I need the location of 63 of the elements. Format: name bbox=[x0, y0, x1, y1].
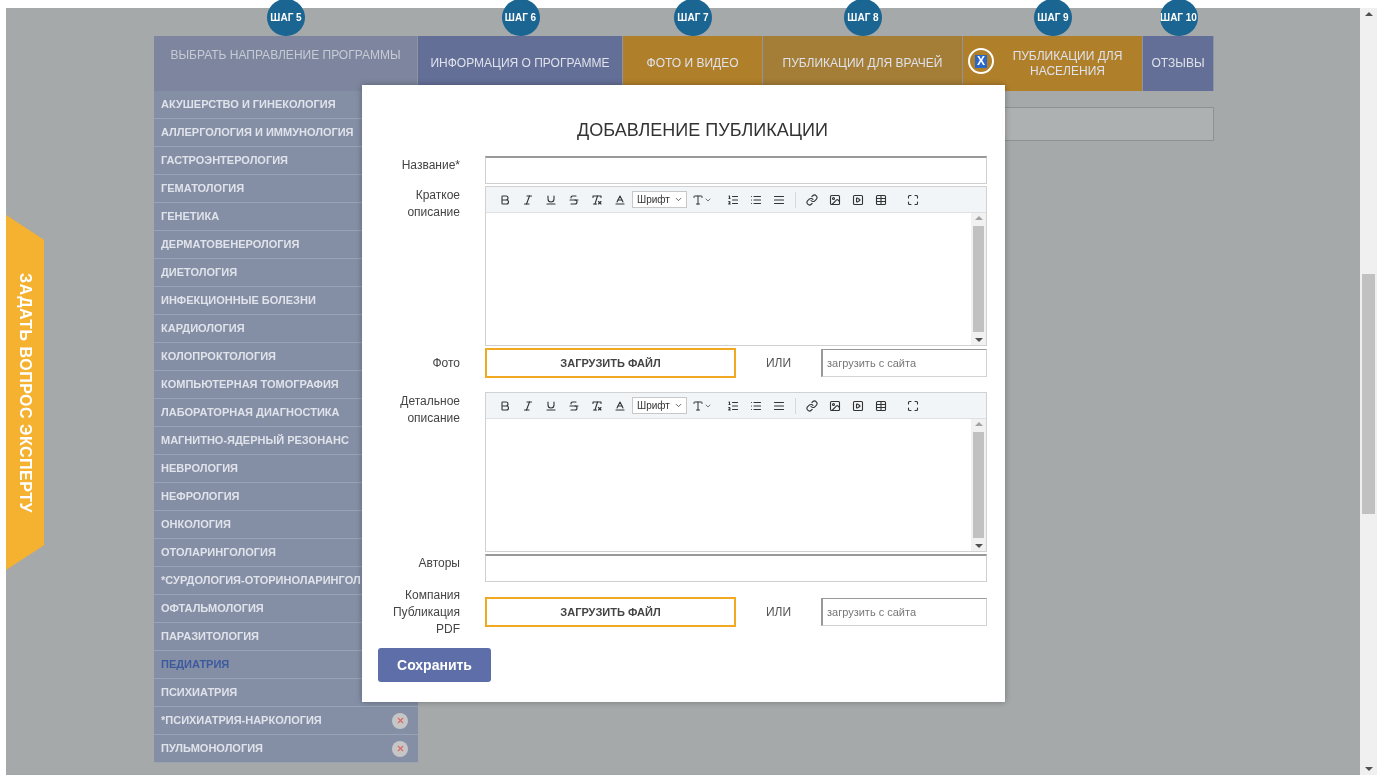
step-label: ФОТО И ВИДЕО bbox=[646, 56, 739, 71]
step-tab[interactable]: ВЫБРАТЬ НАПРАВЛЕНИЕ ПРОГРАММЫ bbox=[154, 36, 418, 91]
specialty-item[interactable]: *ПСИХИАТРИЯ-НАРКОЛОГИЯ bbox=[154, 707, 418, 735]
ask-expert-tab[interactable]: ЗАДАТЬ ВОПРОС ЭКСПЕРТУ bbox=[6, 215, 44, 570]
step-badge: ШАГ 10 bbox=[1159, 0, 1198, 36]
specialty-label: ПАРАЗИТОЛОГИЯ bbox=[161, 629, 259, 645]
step-label: ПУБЛИКАЦИИ ДЛЯ ВРАЧЕЙ bbox=[782, 56, 943, 71]
scrollbar[interactable] bbox=[971, 213, 986, 345]
field-label: Фото bbox=[431, 355, 460, 372]
step-label: ОТЗЫВЫ bbox=[1151, 56, 1205, 71]
text-input[interactable] bbox=[485, 156, 987, 184]
step-tab[interactable]: ОТЗЫВЫ bbox=[1143, 36, 1214, 91]
step-badge: ШАГ 8 bbox=[844, 0, 882, 36]
upload-file-button[interactable]: ЗАГРУЗИТЬ ФАЙЛ bbox=[485, 348, 736, 378]
specialty-label: ПЕДИАТРИЯ bbox=[161, 657, 230, 673]
specialty-label: ДИЕТОЛОГИЯ bbox=[161, 265, 238, 281]
specialty-label: ГЕМАТОЛОГИЯ bbox=[161, 181, 245, 197]
font-size-icon[interactable] bbox=[692, 193, 712, 206]
specialty-label: ПУЛЬМОНОЛОГИЯ bbox=[161, 741, 263, 757]
step-badge: ШАГ 7 bbox=[674, 0, 712, 36]
save-button[interactable]: Сохранить bbox=[378, 648, 491, 682]
specialty-label: ДЕРМАТОВЕНЕРОЛОГИЯ bbox=[161, 237, 300, 253]
specialty-label: КАРДИОЛОГИЯ bbox=[161, 321, 245, 337]
font-size-icon[interactable] bbox=[692, 399, 712, 412]
specialty-label: МАГНИТНО-ЯДЕРНЫЙ РЕЗОНАНС bbox=[161, 433, 349, 449]
specialty-item[interactable]: ПУЛЬМОНОЛОГИЯ bbox=[154, 735, 418, 763]
upload-file-button[interactable]: ЗАГРУЗИТЬ ФАЙЛ bbox=[485, 597, 736, 627]
specialty-label: *ПСИХИАТРИЯ-НАРКОЛОГИЯ bbox=[161, 713, 322, 729]
specialty-label: ОНКОЛОГИЯ bbox=[161, 517, 231, 533]
or-label: ИЛИ bbox=[765, 355, 792, 372]
specialty-label: *СУРДОЛОГИЯ-ОТОРИНОЛАРИНГОЛ bbox=[161, 573, 361, 589]
step-label: ИНФОРМАЦИЯ О ПРОГРАММЕ bbox=[430, 56, 610, 71]
specialty-label: АКУШЕРСТВО И ГИНЕКОЛОГИЯ bbox=[161, 97, 336, 113]
step-label: ПУБЛИКАЦИИ ДЛЯ НАСЕЛЕНИЯ bbox=[1011, 48, 1124, 79]
caret-icon bbox=[673, 401, 683, 410]
specialty-label: ИНФЕКЦИОННЫЕ БОЛЕЗНИ bbox=[161, 293, 316, 309]
specialty-label: ГЕНЕТИКА bbox=[161, 209, 220, 225]
caret-icon bbox=[673, 195, 683, 204]
text-input[interactable] bbox=[485, 554, 987, 582]
specialty-label: ПСИХИАТРИЯ bbox=[161, 685, 238, 701]
font-select[interactable]: Шрифт bbox=[632, 191, 687, 208]
specialty-label: ОТОЛАРИНГОЛОГИЯ bbox=[161, 545, 276, 561]
specialty-label: КОЛОПРОКТОЛОГИЯ bbox=[161, 349, 276, 365]
specialty-label: ЛАБОРАТОРНАЯ ДИАГНОСТИКА bbox=[161, 405, 340, 421]
step-badge: ШАГ 6 bbox=[501, 0, 540, 36]
modal-title: ДОБАВЛЕНИЕ ПУБЛИКАЦИИ bbox=[577, 119, 828, 142]
specialty-label: КОМПЬЮТЕРНАЯ ТОМОГРАФИЯ bbox=[161, 377, 339, 393]
step-badge: ШАГ 5 bbox=[267, 0, 305, 36]
step-badge: ШАГ 9 bbox=[1034, 0, 1072, 36]
url-input[interactable]: загрузить с сайта bbox=[821, 349, 987, 377]
close-button[interactable]: X bbox=[968, 48, 994, 74]
specialty-label: АЛЛЕРГОЛОГИЯ И ИММУНОЛОГИЯ bbox=[161, 125, 354, 141]
step-label: ВЫБРАТЬ НАПРАВЛЕНИЕ ПРОГРАММЫ bbox=[170, 47, 401, 63]
url-input[interactable]: загрузить с сайта bbox=[821, 598, 987, 626]
or-label: ИЛИ bbox=[765, 604, 792, 621]
specialty-label: НЕВРОЛОГИЯ bbox=[161, 461, 239, 477]
font-select[interactable]: Шрифт bbox=[632, 397, 687, 414]
field-label: Авторы bbox=[417, 555, 460, 572]
specialty-label: ГАСТРОЭНТЕРОЛОГИЯ bbox=[161, 153, 288, 169]
specialty-label: НЕФРОЛОГИЯ bbox=[161, 489, 240, 505]
scrollbar[interactable] bbox=[971, 419, 986, 551]
page-scrollbar[interactable] bbox=[1360, 8, 1377, 775]
specialty-label: ОФТАЛЬМОЛОГИЯ bbox=[161, 601, 264, 617]
